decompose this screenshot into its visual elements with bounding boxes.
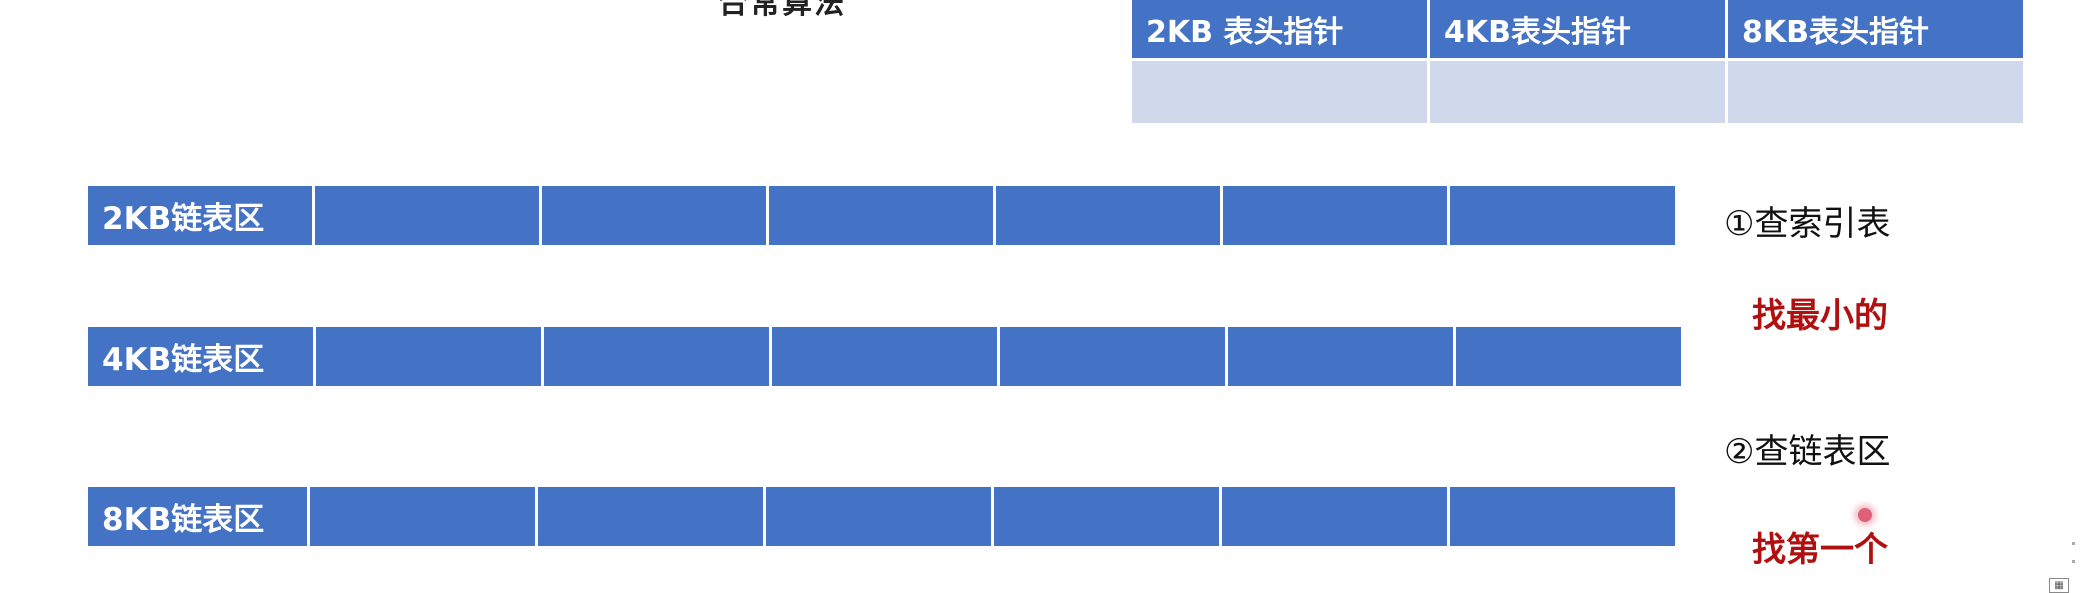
list-block	[772, 327, 997, 386]
index-value-4kb	[1430, 61, 1725, 123]
index-header-4kb: 4KB表头指针	[1430, 0, 1725, 58]
list-block	[538, 487, 763, 546]
list-block	[1000, 327, 1225, 386]
index-table: 2KB 表头指针 4KB表头指针 8KB表头指针	[1132, 0, 2023, 123]
list-bar-4kb: 4KB链表区	[88, 327, 1681, 386]
list-label-8kb: 8KB链表区	[88, 487, 307, 546]
list-block	[1223, 186, 1447, 245]
list-bar-8kb: 8KB链表区	[88, 487, 1675, 546]
list-block	[769, 186, 993, 245]
list-block	[542, 186, 766, 245]
list-block	[766, 487, 991, 546]
list-block	[1222, 487, 1447, 546]
list-block	[315, 186, 539, 245]
list-label-2kb: 2KB链表区	[88, 186, 312, 245]
list-block	[1228, 327, 1453, 386]
hint-1-text: 找最小的	[1752, 296, 1888, 336]
list-block	[544, 327, 769, 386]
cursor-dot	[1858, 508, 1872, 522]
list-block	[996, 186, 1220, 245]
list-bar-2kb: 2KB链表区	[88, 186, 1675, 245]
hint-2-text: 找第一个	[1752, 530, 1888, 570]
list-block	[1456, 327, 1681, 386]
slide-title: 合常算法	[718, 0, 846, 21]
index-value-2kb	[1132, 61, 1427, 123]
list-block	[316, 327, 541, 386]
step-2-text: ②查链表区	[1724, 432, 1891, 472]
list-block	[1450, 487, 1675, 546]
list-block	[994, 487, 1219, 546]
divider-dot	[2072, 560, 2075, 563]
index-header-2kb: 2KB 表头指针	[1132, 0, 1427, 58]
index-table-header-row: 2KB 表头指针 4KB表头指针 8KB表头指针	[1132, 0, 2023, 58]
list-block	[1450, 186, 1675, 245]
list-block	[310, 487, 535, 546]
list-label-4kb: 4KB链表区	[88, 327, 313, 386]
divider-dot	[2072, 542, 2075, 545]
step-1-text: ①查索引表	[1724, 204, 1891, 244]
index-table-value-row	[1132, 61, 2023, 123]
grid-icon[interactable]: ▦	[2049, 578, 2069, 593]
index-header-8kb: 8KB表头指针	[1728, 0, 2023, 58]
index-value-8kb	[1728, 61, 2023, 123]
